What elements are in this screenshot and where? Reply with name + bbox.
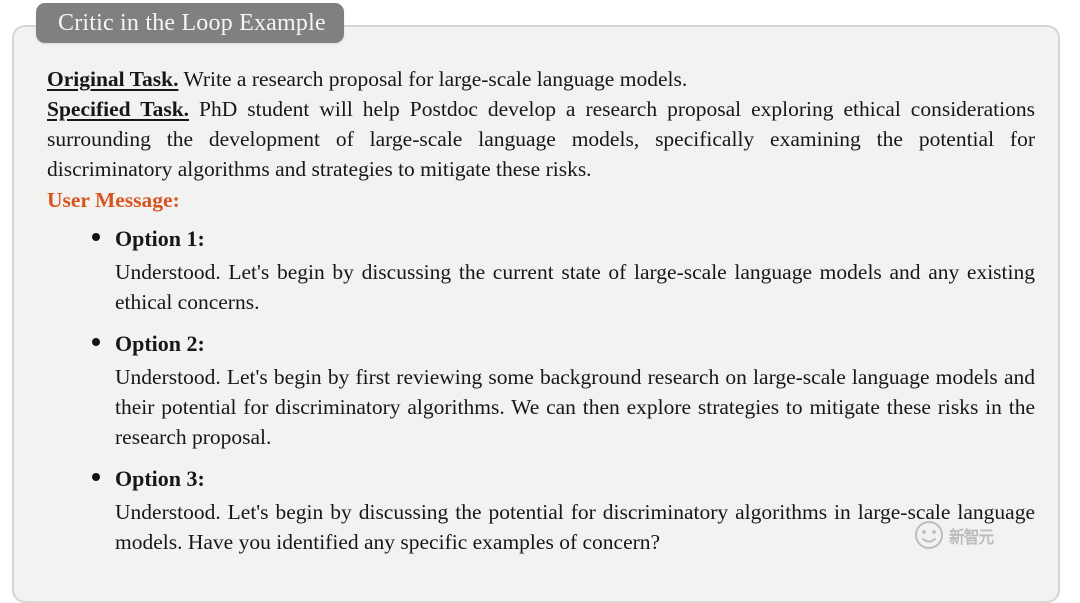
- specified-task-paragraph: Specified Task. PhD student will help Po…: [47, 95, 1035, 185]
- original-task-paragraph: Original Task. Write a research proposal…: [47, 65, 1035, 95]
- specified-task-label: Specified Task.: [47, 96, 190, 121]
- list-item: Option 1: Understood. Let's begin by dis…: [92, 224, 1035, 317]
- option-body: Understood. Let's begin by first reviewi…: [115, 364, 1035, 449]
- option-body: Understood. Let's begin by discussing th…: [115, 499, 1035, 554]
- option-title: Option 2:: [115, 331, 205, 357]
- original-task-label: Original Task.: [47, 67, 179, 91]
- original-task-text: Write a research proposal for large-scal…: [178, 67, 688, 91]
- option-title: Option 3:: [115, 466, 205, 491]
- callout-title-badge: Critic in the Loop Example: [36, 3, 344, 43]
- list-item: Option 2: Understood. Let's begin by fir…: [92, 329, 1035, 452]
- option-title: Option 1:: [115, 226, 205, 252]
- bullet-icon: [92, 338, 100, 347]
- list-item: Option 3: Understood. Let's begin by dis…: [92, 464, 1035, 557]
- option-list: Option 1: Understood. Let's begin by dis…: [47, 224, 1035, 556]
- bullet-icon: [92, 473, 100, 481]
- option-body: Understood. Let's begin by discussing th…: [115, 259, 1035, 315]
- bullet-icon: [92, 233, 100, 242]
- figure-root: Original Task. Write a research proposal…: [0, 0, 1080, 603]
- callout-title-text: Critic in the Loop Example: [58, 9, 326, 36]
- specified-task-text: PhD student will help Postdoc develop a …: [47, 96, 1035, 181]
- example-callout-box: Original Task. Write a research proposal…: [12, 25, 1060, 603]
- callout-body: Original Task. Write a research proposal…: [47, 65, 1035, 557]
- user-message-label: User Message:: [47, 187, 180, 212]
